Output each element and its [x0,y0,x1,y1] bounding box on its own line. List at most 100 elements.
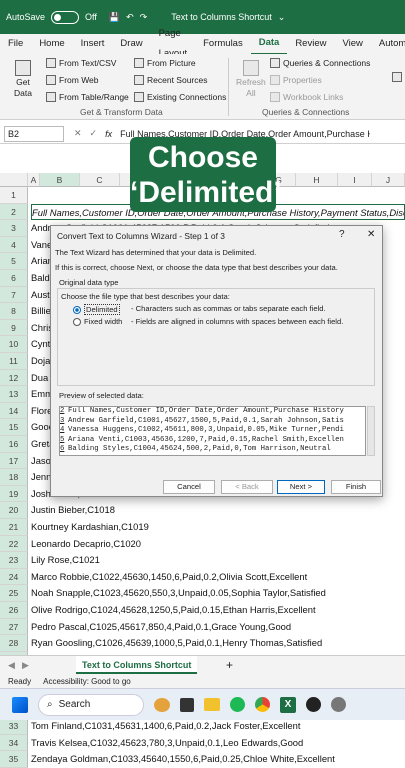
accessibility-status[interactable]: Accessibility: Good to go [43,677,131,686]
table-row[interactable]: Pedro Pascal,C1025,45617,850,4,Paid,0.1,… [31,619,405,636]
row-header[interactable]: 2 [0,203,28,221]
settings-icon[interactable] [331,697,346,712]
table-row[interactable]: Justin Bieber,C1018 [31,502,405,519]
refresh-all-button[interactable]: Refresh All [236,60,266,98]
enter-icon[interactable]: ✓ [90,128,98,139]
table-row[interactable]: Olive Rodrigo,C1024,45628,1250,5,Paid,0.… [31,602,405,619]
row-header[interactable]: 3 [0,220,28,237]
sheet-tab-active[interactable]: Text to Columns Shortcut [76,656,198,674]
fixed-width-option[interactable]: Fixed width [73,317,122,326]
radio-empty-icon[interactable] [73,317,81,326]
row-header[interactable]: 8 [0,303,28,320]
column-header-a[interactable]: A [28,173,40,187]
row-header[interactable]: 4 [0,236,28,254]
finish-button[interactable]: Finish [331,480,381,494]
tab-insert[interactable]: Insert [73,34,113,54]
add-sheet-button[interactable]: + [226,658,233,672]
column-header-c[interactable]: C [80,173,120,187]
row-header[interactable]: 26 [0,602,28,619]
from-picture-button[interactable]: From Picture [134,58,196,68]
table-row[interactable]: Zendaya Goldman,C1033,45640,1550,6,Paid,… [31,751,405,768]
spotify-icon[interactable] [230,697,245,712]
table-row[interactable]: Leonardo Decaprio,C1020 [31,536,405,553]
taskbar-search[interactable]: ⌕ Search [38,693,144,716]
get-data-button[interactable]: Get Data [14,60,32,98]
row-header[interactable]: 17 [0,452,28,470]
row-header[interactable]: 25 [0,585,28,602]
row-header[interactable]: 9 [0,319,28,337]
select-all-corner[interactable] [0,173,28,187]
row-header[interactable]: 10 [0,336,28,353]
row-header[interactable]: 15 [0,419,28,436]
from-table-button[interactable]: From Table/Range [46,92,129,102]
column-header-h[interactable]: H [296,173,338,187]
queries-connections-button[interactable]: Queries & Connections [270,58,370,68]
next-sheet-icon[interactable]: ▶ [22,660,29,671]
next-button[interactable]: Next > [277,480,325,494]
redo-icon[interactable]: ↷ [140,12,148,23]
row-header[interactable]: 19 [0,485,28,503]
cancel-icon[interactable]: ✕ [74,128,82,139]
fx-icon[interactable]: fx [105,129,112,139]
close-icon[interactable]: ✕ [367,229,375,240]
table-row[interactable]: Tom Finland,C1031,45631,1400,6,Paid,0.2,… [31,718,405,735]
file-explorer-icon[interactable] [204,698,220,711]
table-row[interactable]: Lily Rose,C1021 [31,552,405,569]
tab-view[interactable]: View [334,34,370,54]
row-header[interactable]: 24 [0,568,28,586]
row-header[interactable]: 1 [0,187,28,204]
row-header[interactable]: 34 [0,734,28,752]
chrome-icon[interactable] [255,697,270,712]
delimited-option[interactable]: Delimited [73,304,120,315]
chevron-down-icon[interactable]: ⌄ [278,12,286,23]
help-icon[interactable]: ? [339,229,345,240]
radio-selected-icon[interactable] [73,305,81,314]
cancel-button[interactable]: Cancel [163,480,215,494]
row-header[interactable]: 7 [0,286,28,304]
column-header-b[interactable]: B [40,173,80,187]
row-header[interactable]: 22 [0,535,28,553]
recent-sources-button[interactable]: Recent Sources [134,75,207,85]
row-header[interactable]: 21 [0,519,28,536]
preview-scrollbar[interactable] [367,406,375,456]
table-row[interactable]: Travis Kelsea,C1032,45623,780,3,Unpaid,0… [31,735,405,752]
row-header[interactable]: 12 [0,369,28,387]
existing-connections-button[interactable]: Existing Connections [134,92,226,102]
prev-sheet-icon[interactable]: ◀ [8,660,15,671]
row-header[interactable]: 28 [0,635,28,652]
column-header-i[interactable]: I [338,173,372,187]
row-header[interactable]: 11 [0,353,28,370]
more-icon[interactable] [392,72,402,82]
column-header-j[interactable]: J [372,173,405,187]
table-row[interactable]: Ryan Goosling,C1026,45639,1000,5,Paid,0.… [31,635,405,652]
task-view-icon[interactable] [180,697,194,712]
excel-icon[interactable]: X [280,696,296,713]
tab-automate[interactable]: Automate [371,34,405,54]
back-button[interactable]: < Back [221,480,273,494]
save-icon[interactable]: 💾 [109,12,120,23]
row-header[interactable]: 13 [0,386,28,403]
fish-widget-icon[interactable] [154,697,170,712]
undo-icon[interactable]: ↶ [126,12,134,23]
row-header[interactable]: 33 [0,718,28,735]
autosave-toggle[interactable] [51,10,80,24]
workbook-links-button[interactable]: Workbook Links [270,92,343,102]
tab-data[interactable]: Data [250,33,288,55]
row-header[interactable]: 14 [0,402,28,420]
tab-review[interactable]: Review [287,34,334,54]
row-header[interactable]: 16 [0,436,28,453]
row-header[interactable]: 6 [0,270,28,287]
properties-button[interactable]: Properties [270,75,322,85]
table-row[interactable]: Noah Snapple,C1023,45620,550,3,Unpaid,0.… [31,585,405,602]
preview-box[interactable]: 2 Full Names,Customer ID,Order Date,Order… [59,406,366,456]
row-header[interactable]: 27 [0,618,28,636]
github-icon[interactable] [306,697,321,712]
table-row[interactable]: Marco Robbie,C1022,45630,1450,6,Paid,0.2… [31,569,405,586]
name-box[interactable]: B2 [4,125,64,142]
from-text-csv-button[interactable]: From Text/CSV [46,58,116,68]
tab-home[interactable]: Home [31,34,72,54]
table-row[interactable]: Kourtney Kardashian,C1019 [31,519,405,536]
from-web-button[interactable]: From Web [46,75,99,85]
row-header[interactable]: 20 [0,502,28,519]
row-header[interactable]: 5 [0,253,28,270]
